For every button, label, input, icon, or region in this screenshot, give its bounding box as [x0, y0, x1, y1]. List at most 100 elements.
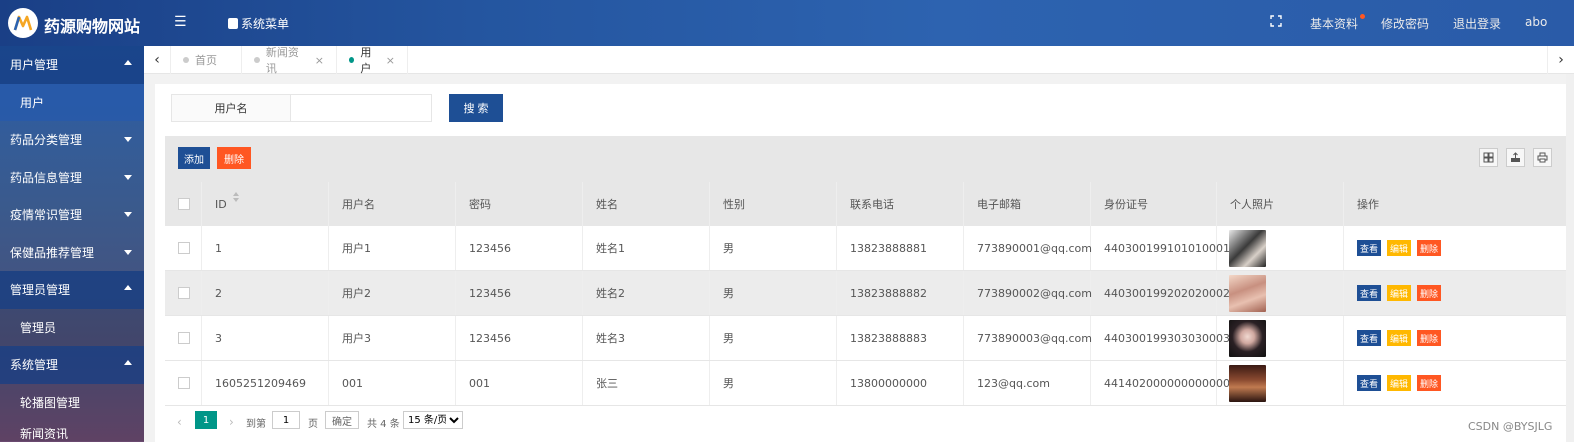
cell-photo: [1217, 361, 1344, 405]
tab-user[interactable]: 用户 ×: [337, 46, 408, 75]
view-button[interactable]: 查看: [1357, 240, 1382, 256]
page-size-select[interactable]: 15 条/页: [403, 411, 463, 429]
user-photo[interactable]: [1229, 274, 1266, 312]
columns-filter-button[interactable]: [1479, 148, 1498, 167]
sidebar-item-carousel[interactable]: 轮播图管理: [0, 383, 144, 421]
change-password-link[interactable]: 修改密码: [1381, 15, 1429, 32]
sidebar-group-label: 用户管理: [10, 58, 59, 73]
chevron-up-icon: [124, 60, 132, 65]
sidebar-item-news[interactable]: 新闻资讯: [0, 421, 144, 441]
page-number-button[interactable]: 1: [195, 411, 217, 429]
row-checkbox[interactable]: [178, 332, 190, 344]
basic-info-link[interactable]: 基本资料: [1310, 14, 1366, 32]
col-id[interactable]: ID: [202, 182, 329, 226]
tab-scroll-left-button[interactable]: ‹: [144, 46, 171, 74]
total-count: 共 4 条: [367, 419, 400, 430]
sidebar-group-drug-category[interactable]: 药品分类管理: [0, 121, 144, 159]
menu-toggle-icon[interactable]: ☰: [174, 14, 187, 30]
col-phone: 联系电话: [837, 182, 964, 226]
view-button[interactable]: 查看: [1357, 330, 1382, 346]
tab-news[interactable]: 新闻资讯 ×: [242, 46, 337, 75]
sort-icon[interactable]: [232, 191, 239, 203]
system-menu-button[interactable]: 系统菜单: [228, 15, 289, 32]
col-photo: 个人照片: [1217, 182, 1344, 226]
goto-page-input[interactable]: [272, 411, 300, 429]
cell-actions: 查看 编辑 删除: [1344, 271, 1567, 315]
site-logo[interactable]: [8, 8, 38, 38]
row-select-cell: [165, 316, 202, 360]
cell-username: 用户1: [329, 226, 456, 270]
tab-status-dot: [349, 57, 355, 63]
site-title: 药源购物网站: [44, 17, 141, 36]
row-checkbox[interactable]: [178, 242, 190, 254]
goto-label: 到第: [246, 419, 266, 430]
user-name[interactable]: abo: [1525, 15, 1547, 29]
close-icon[interactable]: ×: [386, 54, 395, 67]
search-button[interactable]: 搜 索: [449, 94, 503, 122]
col-username: 用户名: [329, 182, 456, 226]
user-photo[interactable]: [1229, 364, 1266, 402]
username-search-input[interactable]: [290, 94, 432, 122]
edit-button[interactable]: 编辑: [1387, 375, 1412, 391]
sidebar-group-drug-info[interactable]: 药品信息管理: [0, 159, 144, 197]
watermark: CSDN @BYSJLG: [1468, 420, 1553, 433]
goto-confirm-button[interactable]: 确定: [325, 411, 359, 429]
cell-actions: 查看 编辑 删除: [1344, 226, 1567, 270]
user-photo[interactable]: [1229, 319, 1266, 357]
row-delete-button[interactable]: 删除: [1417, 285, 1442, 301]
sidebar-group-label: 药品分类管理: [10, 133, 83, 148]
sidebar-group-user-management[interactable]: 用户管理: [0, 46, 144, 84]
user-table: 添加 删除 ID 用户名 密码 姓名 性别 联系电话 电子邮箱 身份证号 个人照…: [165, 136, 1567, 442]
chevron-down-icon: [124, 212, 132, 217]
sidebar-item-admin[interactable]: 管理员: [0, 308, 144, 346]
close-icon[interactable]: ×: [315, 54, 324, 67]
vertical-scrollbar[interactable]: [1566, 74, 1574, 442]
view-button[interactable]: 查看: [1357, 285, 1382, 301]
cell-email: 773890001@qq.com: [964, 226, 1092, 270]
print-icon: [1537, 152, 1548, 163]
tab-scroll-right-button[interactable]: ›: [1547, 46, 1574, 74]
sidebar-group-health-products[interactable]: 保健品推荐管理: [0, 234, 144, 272]
cell-password: 123456: [456, 316, 583, 360]
chevron-up-icon: [124, 360, 132, 365]
sidebar-group-admin-management[interactable]: 管理员管理: [0, 271, 144, 309]
row-checkbox[interactable]: [178, 287, 190, 299]
tab-bar: ‹ 首页 新闻资讯 × 用户 × ›: [144, 46, 1574, 75]
export-button[interactable]: [1506, 148, 1525, 167]
sidebar-item-user[interactable]: 用户: [0, 83, 144, 121]
fullscreen-icon[interactable]: [1270, 15, 1282, 27]
sidebar-group-system-management[interactable]: 系统管理: [0, 346, 144, 384]
next-page-icon[interactable]: ›: [229, 415, 234, 429]
user-photo[interactable]: [1229, 229, 1266, 267]
add-button[interactable]: 添加: [178, 147, 210, 169]
prev-page-icon[interactable]: ‹: [177, 415, 182, 429]
cell-password: 123456: [456, 226, 583, 270]
cell-gender: 男: [710, 271, 837, 315]
edit-button[interactable]: 编辑: [1387, 285, 1412, 301]
col-name: 姓名: [583, 182, 710, 226]
row-delete-button[interactable]: 删除: [1417, 240, 1442, 256]
row-checkbox[interactable]: [178, 377, 190, 389]
logout-link[interactable]: 退出登录: [1453, 15, 1501, 32]
tab-label: 新闻资讯: [265, 46, 299, 75]
view-button[interactable]: 查看: [1357, 375, 1382, 391]
cell-photo: [1217, 316, 1344, 360]
select-all-checkbox[interactable]: [178, 198, 190, 210]
delete-button[interactable]: 删除: [217, 147, 251, 169]
table-header: ID 用户名 密码 姓名 性别 联系电话 电子邮箱 身份证号 个人照片 操作: [165, 182, 1567, 226]
row-delete-button[interactable]: 删除: [1417, 375, 1442, 391]
tab-home[interactable]: 首页: [171, 46, 242, 74]
logo-icon: [13, 15, 33, 31]
cell-idcard: 440300199303030003: [1091, 316, 1230, 360]
cell-phone: 13823888883: [837, 316, 964, 360]
cell-idcard: 440300199101010001: [1091, 226, 1230, 270]
row-delete-button[interactable]: 删除: [1417, 330, 1442, 346]
col-idcard: 身份证号: [1091, 182, 1217, 226]
print-button[interactable]: [1533, 148, 1552, 167]
sidebar-group-epidemic-knowledge[interactable]: 疫情常识管理: [0, 196, 144, 234]
page-unit-label: 页: [308, 419, 318, 430]
sidebar-group-label: 管理员管理: [10, 283, 71, 298]
cell-idcard: 440300199202020002: [1091, 271, 1230, 315]
edit-button[interactable]: 编辑: [1387, 330, 1412, 346]
edit-button[interactable]: 编辑: [1387, 240, 1412, 256]
